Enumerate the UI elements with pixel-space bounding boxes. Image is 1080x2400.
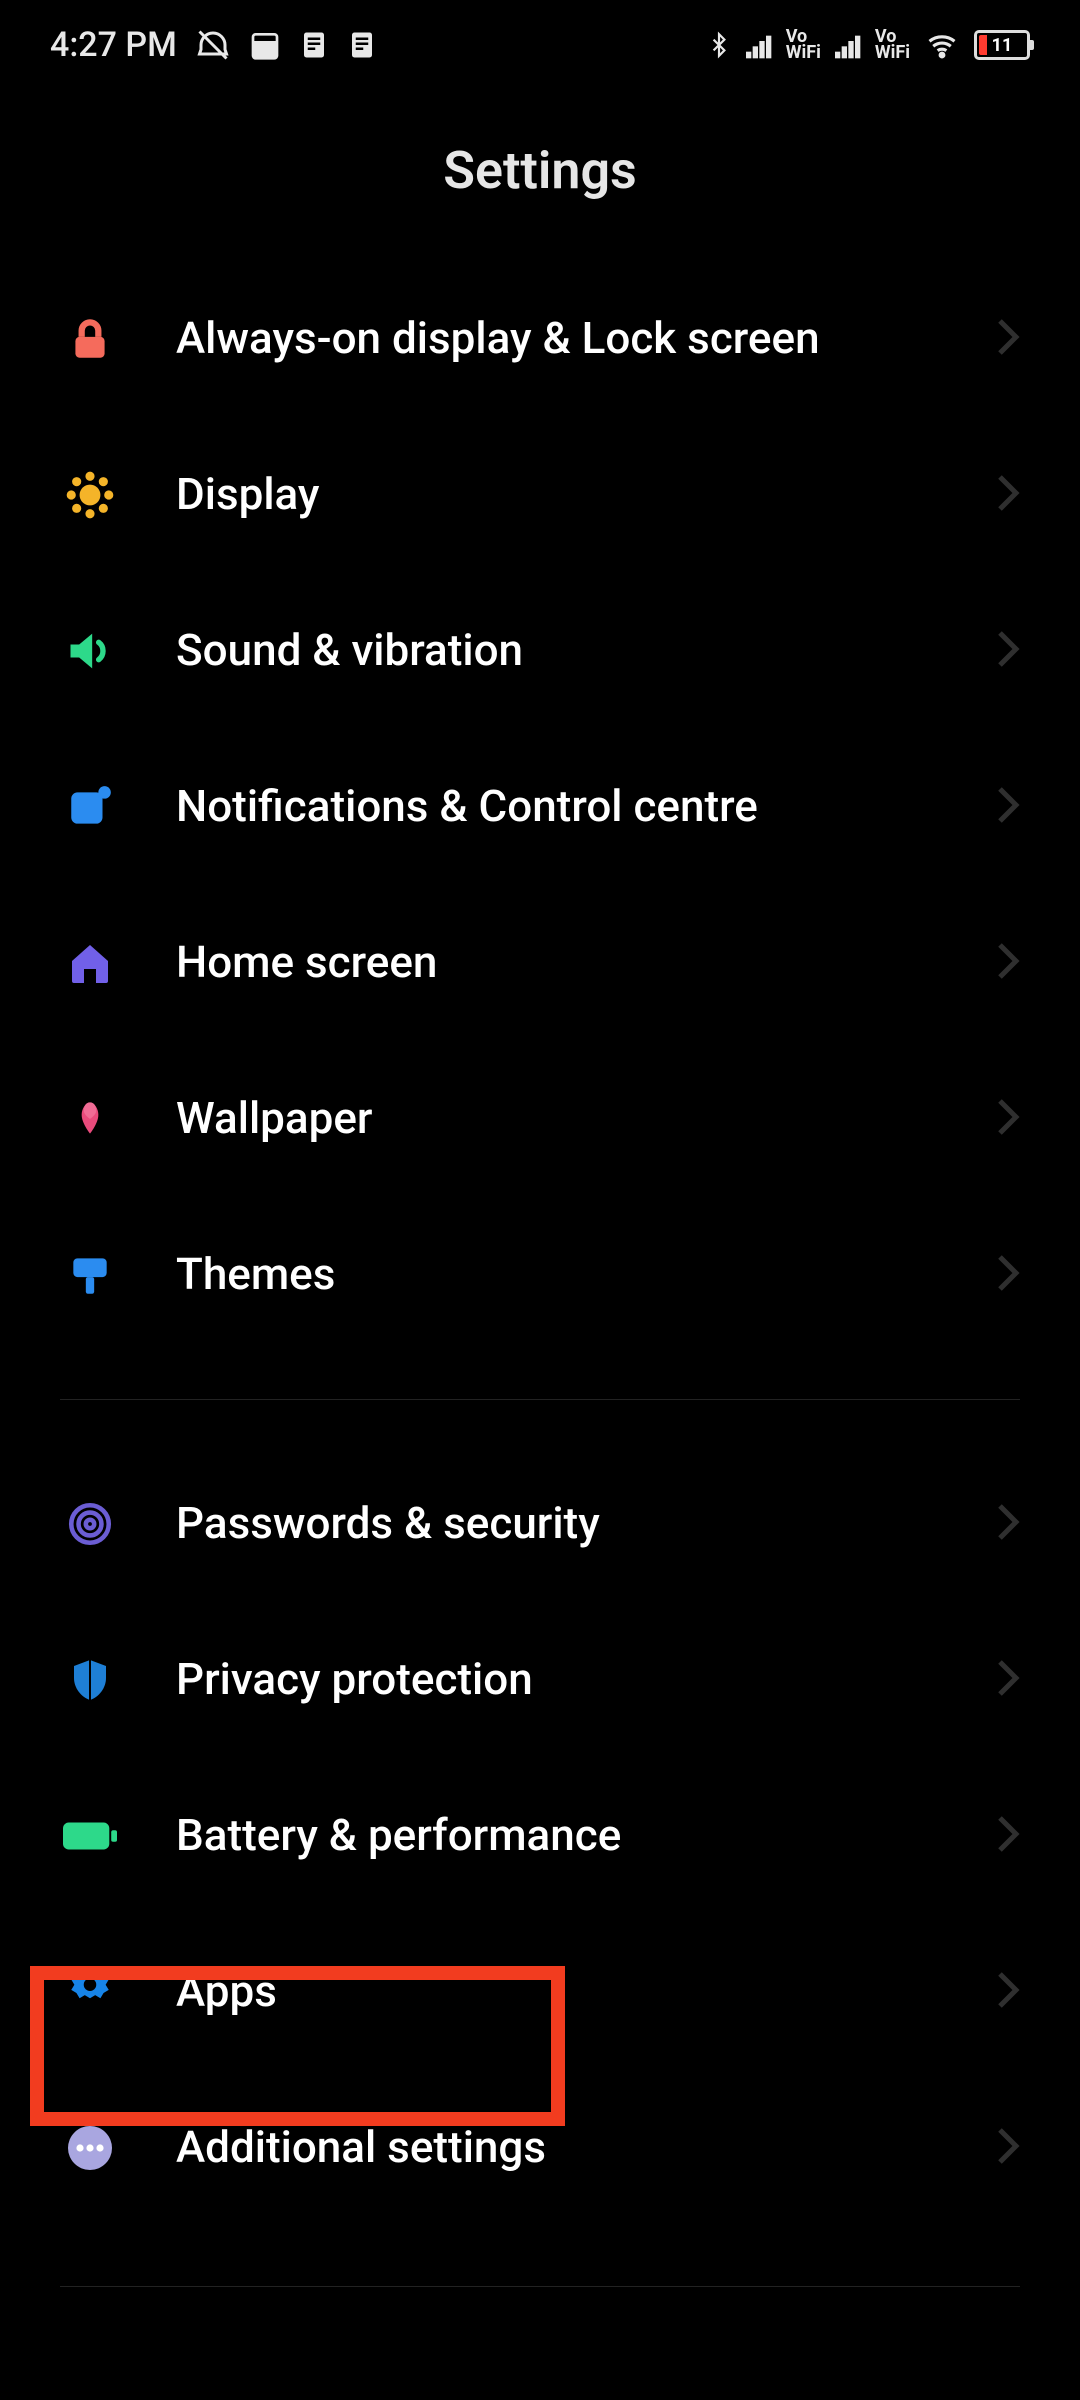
page-title: Settings bbox=[0, 90, 1080, 261]
lock-icon bbox=[60, 314, 120, 364]
vowifi-label-2: VoWiFi bbox=[875, 29, 910, 61]
doc-icon-1 bbox=[299, 30, 329, 60]
mute-icon bbox=[195, 27, 231, 63]
vowifi-label-1: VoWiFi bbox=[786, 29, 821, 61]
status-bar: 4:27 PM VoWiFi VoWiFi 11 bbox=[0, 0, 1080, 90]
item-label: Privacy protection bbox=[176, 1651, 940, 1708]
doc-icon-2 bbox=[347, 30, 377, 60]
chevron-right-icon bbox=[996, 2126, 1020, 2170]
chevron-right-icon bbox=[996, 941, 1020, 985]
item-home[interactable]: Home screen bbox=[60, 885, 1020, 1041]
chevron-right-icon bbox=[996, 1502, 1020, 1546]
item-security[interactable]: Passwords & security bbox=[60, 1446, 1020, 1602]
item-label: Display bbox=[176, 466, 940, 523]
calendar-icon bbox=[249, 29, 281, 61]
flower-icon bbox=[60, 1094, 120, 1144]
chevron-right-icon bbox=[996, 785, 1020, 829]
item-label: Passwords & security bbox=[176, 1495, 940, 1552]
item-additional[interactable]: Additional settings bbox=[60, 2070, 1020, 2226]
item-lockscreen[interactable]: Always-on display & Lock screen bbox=[60, 261, 1020, 417]
item-label: Always-on display & Lock screen bbox=[176, 310, 940, 367]
item-label: Themes bbox=[176, 1246, 940, 1303]
signal-icon-1 bbox=[746, 31, 778, 59]
item-battery[interactable]: Battery & performance bbox=[60, 1758, 1020, 1914]
item-apps[interactable]: Apps bbox=[60, 1914, 1020, 2070]
battery-icon bbox=[60, 1819, 120, 1853]
item-notifications[interactable]: Notifications & Control centre bbox=[60, 729, 1020, 885]
chevron-right-icon bbox=[996, 1970, 1020, 2014]
chevron-right-icon bbox=[996, 1814, 1020, 1858]
brightness-icon bbox=[60, 470, 120, 520]
battery-percent: 11 bbox=[992, 35, 1013, 56]
chevron-right-icon bbox=[996, 473, 1020, 517]
item-label: Battery & performance bbox=[176, 1807, 940, 1864]
shield-icon bbox=[60, 1656, 120, 1704]
wifi-icon bbox=[924, 30, 960, 60]
status-left: 4:27 PM bbox=[50, 25, 377, 65]
chevron-right-icon bbox=[996, 1097, 1020, 1141]
bluetooth-icon bbox=[706, 28, 732, 62]
chevron-right-icon bbox=[996, 317, 1020, 361]
item-label: Additional settings bbox=[176, 2119, 940, 2176]
status-right: VoWiFi VoWiFi 11 bbox=[706, 28, 1030, 62]
fingerprint-icon bbox=[60, 1499, 120, 1549]
chevron-right-icon bbox=[996, 629, 1020, 673]
home-icon bbox=[60, 939, 120, 987]
item-privacy[interactable]: Privacy protection bbox=[60, 1602, 1020, 1758]
item-label: Sound & vibration bbox=[176, 622, 940, 679]
signal-icon-2 bbox=[835, 31, 867, 59]
battery-icon: 11 bbox=[974, 30, 1030, 60]
item-themes[interactable]: Themes bbox=[60, 1197, 1020, 1353]
divider bbox=[60, 2286, 1020, 2287]
divider bbox=[60, 1399, 1020, 1400]
item-label: Notifications & Control centre bbox=[176, 778, 940, 835]
dots-icon bbox=[60, 2124, 120, 2172]
brush-icon bbox=[60, 1250, 120, 1300]
clock: 4:27 PM bbox=[50, 25, 177, 65]
item-sound[interactable]: Sound & vibration bbox=[60, 573, 1020, 729]
item-display[interactable]: Display bbox=[60, 417, 1020, 573]
item-label: Apps bbox=[176, 1963, 940, 2020]
chevron-right-icon bbox=[996, 1658, 1020, 1702]
item-wallpaper[interactable]: Wallpaper bbox=[60, 1041, 1020, 1197]
gear-icon bbox=[60, 1967, 120, 2017]
item-label: Wallpaper bbox=[176, 1090, 940, 1147]
settings-list: Always-on display & Lock screen Display … bbox=[0, 261, 1080, 2287]
chevron-right-icon bbox=[996, 1253, 1020, 1297]
item-label: Home screen bbox=[176, 934, 940, 991]
speaker-icon bbox=[60, 625, 120, 677]
notification-icon bbox=[60, 782, 120, 832]
